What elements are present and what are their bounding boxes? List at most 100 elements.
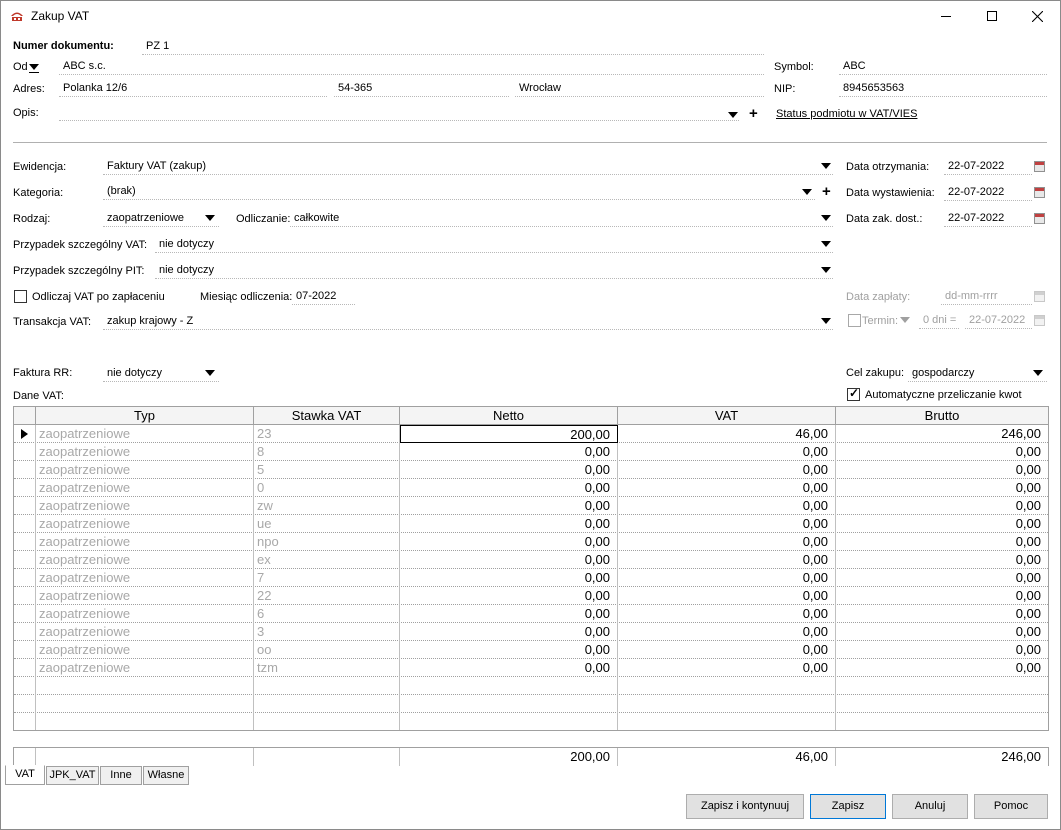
termin-days-field[interactable]: 0 dni = [919,313,959,329]
cell-netto[interactable]: 0,00 [400,623,618,641]
ewidencja-select[interactable]: Faktury VAT (zakup) [103,159,833,175]
cel-zakupu-select[interactable]: gospodarczy [908,366,1047,382]
cell-typ[interactable]: zaopatrzeniowe [36,551,254,569]
cell-netto[interactable]: 0,00 [400,533,618,551]
cell-stawka[interactable]: npo [254,533,400,551]
cell-netto[interactable]: 0,00 [400,461,618,479]
table-row[interactable]: zaopatrzeniowe 0 0,00 0,00 0,00 [14,479,1048,497]
cell-typ[interactable]: zaopatrzeniowe [36,443,254,461]
cell-typ[interactable] [36,677,254,695]
od-field[interactable]: ABC s.c. [59,59,764,75]
przypadek-pit-dropdown-icon[interactable] [821,267,831,273]
column-header-vat[interactable]: VAT [618,407,836,425]
kategoria-select[interactable]: (brak) [103,184,815,200]
cell-typ[interactable]: zaopatrzeniowe [36,587,254,605]
zapisz-button[interactable]: Zapisz [810,794,886,819]
cell-netto[interactable]: 0,00 [400,659,618,677]
cell-vat[interactable]: 0,00 [618,533,836,551]
cell-stawka[interactable]: ex [254,551,400,569]
data-otrzymania-field[interactable]: 22-07-2022 [944,159,1032,175]
cell-typ[interactable]: zaopatrzeniowe [36,623,254,641]
cell-vat[interactable]: 0,00 [618,461,836,479]
cell-stawka[interactable]: 8 [254,443,400,461]
table-row[interactable]: zaopatrzeniowe ue 0,00 0,00 0,00 [14,515,1048,533]
cell-vat[interactable]: 0,00 [618,623,836,641]
cell-stawka[interactable] [254,713,400,730]
pomoc-button[interactable]: Pomoc [974,794,1048,819]
cell-brutto[interactable]: 0,00 [836,605,1048,623]
empty-row[interactable] [14,677,1048,695]
minimize-button[interactable] [923,1,969,31]
cell-stawka[interactable]: zw [254,497,400,515]
adres-city-field[interactable]: Wrocław [515,81,764,97]
adres-street-field[interactable]: Polanka 12/6 [59,81,327,97]
odliczaj-vat-checkbox[interactable] [14,290,27,303]
cell-stawka[interactable] [254,677,400,695]
cell-brutto[interactable]: 0,00 [836,659,1048,677]
cell-stawka[interactable]: 0 [254,479,400,497]
column-header-netto[interactable]: Netto [400,407,618,425]
column-header-brutto[interactable]: Brutto [836,407,1048,425]
cell-netto[interactable]: 0,00 [400,641,618,659]
cell-netto[interactable] [400,713,618,730]
cell-typ[interactable]: zaopatrzeniowe [36,515,254,533]
kategoria-add-icon[interactable]: + [822,184,831,199]
rodzaj-dropdown-icon[interactable] [205,215,215,221]
cell-netto[interactable] [400,677,618,695]
auto-przeliczanie-checkbox[interactable]: ✓ [847,386,860,401]
table-row[interactable]: zaopatrzeniowe 8 0,00 0,00 0,00 [14,443,1048,461]
table-row[interactable]: zaopatrzeniowe 5 0,00 0,00 0,00 [14,461,1048,479]
cell-vat[interactable] [618,677,836,695]
table-row[interactable]: zaopatrzeniowe 22 0,00 0,00 0,00 [14,587,1048,605]
calendar-icon[interactable] [1034,213,1045,224]
cell-brutto[interactable]: 0,00 [836,569,1048,587]
transakcja-vat-dropdown-icon[interactable] [821,318,831,324]
cell-netto[interactable]: 0,00 [400,587,618,605]
calendar-icon[interactable] [1034,315,1045,326]
cell-typ[interactable]: zaopatrzeniowe [36,497,254,515]
cell-stawka[interactable]: ue [254,515,400,533]
cell-stawka[interactable]: 5 [254,461,400,479]
cell-netto-selected[interactable]: 200,00 [400,425,618,443]
table-row[interactable]: zaopatrzeniowe zw 0,00 0,00 0,00 [14,497,1048,515]
cell-brutto[interactable]: 0,00 [836,515,1048,533]
calendar-icon[interactable] [1034,187,1045,198]
cell-brutto[interactable]: 0,00 [836,461,1048,479]
cell-vat[interactable] [618,695,836,713]
cell-vat[interactable]: 0,00 [618,551,836,569]
table-row[interactable]: zaopatrzeniowe 6 0,00 0,00 0,00 [14,605,1048,623]
cell-vat[interactable]: 0,00 [618,641,836,659]
cell-brutto[interactable]: 0,00 [836,443,1048,461]
empty-row[interactable] [14,695,1048,713]
opis-field[interactable] [59,105,739,121]
close-button[interactable] [1014,1,1060,31]
calendar-icon[interactable] [1034,291,1045,302]
kategoria-dropdown-icon[interactable] [802,189,812,195]
table-row[interactable]: zaopatrzeniowe oo 0,00 0,00 0,00 [14,641,1048,659]
cell-brutto[interactable]: 246,00 [836,425,1048,443]
faktura-rr-select[interactable]: nie dotyczy [103,366,219,382]
cell-vat[interactable]: 0,00 [618,587,836,605]
cell-typ[interactable]: zaopatrzeniowe [36,641,254,659]
cell-stawka[interactable]: 22 [254,587,400,605]
cell-brutto[interactable]: 0,00 [836,623,1048,641]
od-dropdown-icon[interactable] [29,64,39,70]
przypadek-vat-select[interactable]: nie dotyczy [155,237,833,253]
column-header-typ[interactable]: Typ [36,407,254,425]
table-row[interactable]: zaopatrzeniowe 7 0,00 0,00 0,00 [14,569,1048,587]
cell-vat[interactable] [618,713,836,730]
cell-stawka[interactable]: 6 [254,605,400,623]
termin-dropdown-icon[interactable] [900,317,910,323]
cell-typ[interactable]: zaopatrzeniowe [36,479,254,497]
cell-stawka[interactable]: oo [254,641,400,659]
cell-typ[interactable] [36,695,254,713]
data-zak-dost-field[interactable]: 22-07-2022 [944,211,1032,227]
cell-vat[interactable]: 0,00 [618,515,836,533]
column-header-stawka[interactable]: Stawka VAT [254,407,400,425]
termin-checkbox[interactable] [848,314,861,327]
cell-brutto[interactable]: 0,00 [836,533,1048,551]
cell-netto[interactable]: 0,00 [400,479,618,497]
cell-stawka[interactable] [254,695,400,713]
rodzaj-select[interactable]: zaopatrzeniowe [103,211,219,227]
cell-typ[interactable]: zaopatrzeniowe [36,605,254,623]
